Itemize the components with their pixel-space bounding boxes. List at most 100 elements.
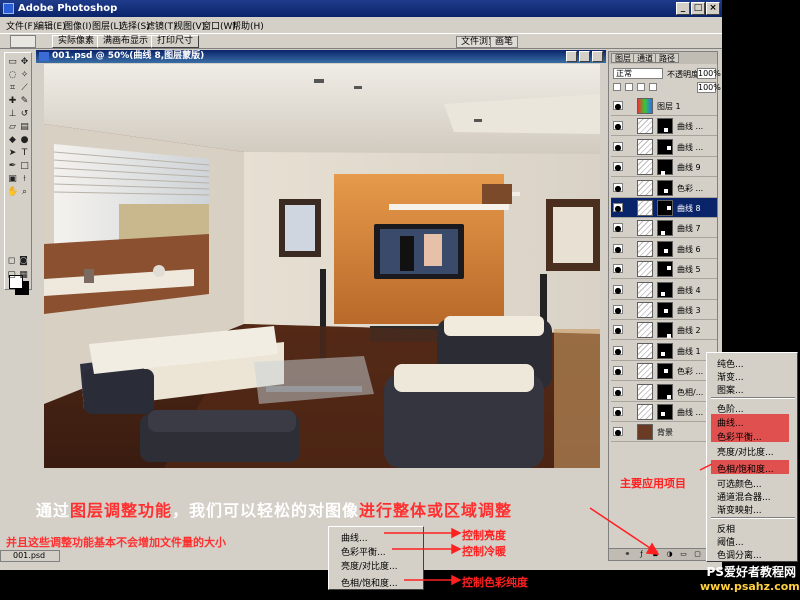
visibility-eye-icon[interactable]: ● xyxy=(613,325,623,335)
layer-style-icon[interactable]: ƒ xyxy=(637,550,646,559)
visibility-eye-icon[interactable]: ● xyxy=(613,121,623,131)
menu-item-gradient[interactable]: 渐变... xyxy=(717,370,744,383)
layer-thumbnail[interactable] xyxy=(637,98,653,114)
menu-layer[interactable]: 图层(L) xyxy=(92,19,122,32)
shape-tool-icon[interactable]: □ xyxy=(19,161,30,172)
adjustment-layer-icon[interactable] xyxy=(637,179,653,196)
menu-file[interactable]: 文件(F) xyxy=(6,19,36,32)
layer-row[interactable]: ● 曲线 3 xyxy=(611,300,717,320)
layer-row[interactable]: ● 曲线 5 xyxy=(611,259,717,280)
tab-layers[interactable]: 图层 xyxy=(611,53,635,63)
layer-row[interactable]: ● 曲线 ... xyxy=(611,116,717,137)
new-group-icon[interactable]: ▭ xyxy=(679,550,688,559)
close-button[interactable]: × xyxy=(706,2,720,15)
maximize-button[interactable]: □ xyxy=(691,2,705,15)
crop-tool-icon[interactable]: ⌗ xyxy=(7,83,18,94)
layer-row[interactable]: ● 色彩 ... xyxy=(611,177,717,198)
adjustment-layer-icon[interactable] xyxy=(637,404,653,420)
healing-brush-icon[interactable]: ✚ xyxy=(7,96,18,107)
visibility-eye-icon[interactable]: ● xyxy=(613,141,623,152)
opacity-input[interactable]: 100% xyxy=(697,68,721,79)
hand-tool-icon[interactable]: ✋ xyxy=(7,187,18,198)
menu-window[interactable]: 窗口(W) xyxy=(202,19,236,32)
quickmask-mode-icon[interactable]: ◙ xyxy=(18,256,29,267)
layer-mask-thumbnail[interactable] xyxy=(657,302,673,318)
standard-mode-icon[interactable]: ◻ xyxy=(6,256,17,267)
menu-item-selective-color[interactable]: 可选颜色... xyxy=(717,477,762,490)
brush-tool-icon[interactable]: ✎ xyxy=(19,96,30,107)
adjustment-layer-icon[interactable] xyxy=(637,240,653,257)
layer-row[interactable]: ● 色相/... xyxy=(611,381,717,402)
tab-brushes[interactable]: 画笔 xyxy=(490,36,519,48)
menu-item-solid-color[interactable]: 纯色... xyxy=(717,357,744,370)
layer-row[interactable]: ● 曲线 1 xyxy=(611,340,717,361)
visibility-eye-icon[interactable]: ● xyxy=(613,284,623,295)
layer-mask-thumbnail[interactable] xyxy=(657,179,673,196)
adjustment-layer-icon[interactable] xyxy=(637,363,653,380)
visibility-eye-icon[interactable]: ● xyxy=(613,162,623,172)
menu-filter[interactable]: 滤镜(T) xyxy=(146,19,177,32)
visibility-eye-icon[interactable]: ● xyxy=(613,203,623,213)
visibility-eye-icon[interactable]: ● xyxy=(613,223,623,233)
doc-close-button[interactable] xyxy=(592,51,603,62)
new-layer-icon[interactable]: ▢ xyxy=(693,550,702,559)
layer-mask-thumbnail[interactable] xyxy=(657,220,673,237)
visibility-eye-icon[interactable]: ● xyxy=(613,101,623,111)
link-layers-icon[interactable]: ⚭ xyxy=(623,550,632,559)
screen-mode-icon[interactable]: ▢ xyxy=(6,270,17,281)
adjustment-layer-icon[interactable] xyxy=(637,138,653,155)
visibility-eye-icon[interactable]: ● xyxy=(613,345,623,356)
layer-row[interactable]: ● 曲线 7 xyxy=(611,218,717,239)
summary-brightness-contrast[interactable]: 亮度/对比度... xyxy=(341,559,398,572)
visibility-eye-icon[interactable]: ● xyxy=(613,264,623,274)
lock-all-checkbox[interactable] xyxy=(649,83,657,91)
layer-mask-thumbnail[interactable] xyxy=(657,383,673,400)
zoom-tool-icon[interactable]: ⌕ xyxy=(19,187,30,198)
visibility-eye-icon[interactable]: ● xyxy=(613,243,623,254)
menu-item-curves[interactable]: 曲线... xyxy=(717,416,744,429)
menu-edit[interactable]: 编辑(E) xyxy=(35,19,66,32)
visibility-eye-icon[interactable]: ● xyxy=(613,407,623,417)
pen-tool-icon[interactable]: ✒ xyxy=(7,161,18,172)
fullscreen-mode-icon[interactable]: ▦ xyxy=(18,270,29,281)
lock-pixels-checkbox[interactable] xyxy=(625,83,633,91)
gradient-tool-icon[interactable]: ▤ xyxy=(19,122,30,133)
menu-item-posterize[interactable]: 色调分离... xyxy=(717,548,762,561)
new-adjustment-layer-icon[interactable]: ◑ xyxy=(665,550,674,559)
menu-item-brightness-contrast[interactable]: 亮度/对比度... xyxy=(717,445,774,458)
magic-wand-tool-icon[interactable]: ✧ xyxy=(19,70,30,81)
layer-mask-thumbnail[interactable] xyxy=(657,118,673,135)
menu-view[interactable]: 视图(V) xyxy=(174,19,205,32)
adjustment-layer-icon[interactable] xyxy=(637,342,653,359)
summary-hue-saturation[interactable]: 色相/饱和度... xyxy=(341,576,398,589)
layer-row[interactable]: ● 曲线 2 xyxy=(611,320,717,341)
lock-position-checkbox[interactable] xyxy=(637,83,645,91)
move-tool-icon[interactable]: ✥ xyxy=(19,57,30,68)
path-select-icon[interactable]: ➤ xyxy=(7,148,18,159)
menu-item-pattern[interactable]: 图案... xyxy=(717,383,744,396)
menu-item-levels[interactable]: 色阶... xyxy=(717,402,744,415)
layer-mask-thumbnail[interactable] xyxy=(657,240,673,257)
actual-pixels-button[interactable]: 实际像素 xyxy=(52,35,101,48)
slice-tool-icon[interactable]: ⟋ xyxy=(19,83,30,94)
layer-mask-thumbnail[interactable] xyxy=(657,200,673,216)
layer-mask-thumbnail[interactable] xyxy=(657,404,673,420)
doc-minimize-button[interactable] xyxy=(566,51,577,62)
menu-item-hue-saturation[interactable]: 色相/饱和度... xyxy=(717,462,774,475)
layer-mask-thumbnail[interactable] xyxy=(657,342,673,359)
adjustment-layer-icon[interactable] xyxy=(637,159,653,176)
eraser-tool-icon[interactable]: ▱ xyxy=(7,122,18,133)
living-room-render[interactable] xyxy=(44,64,600,468)
layer-mask-thumbnail[interactable] xyxy=(657,261,673,278)
summary-curves[interactable]: 曲线... xyxy=(341,531,368,544)
layer-thumbnail[interactable] xyxy=(637,424,653,441)
visibility-eye-icon[interactable]: ● xyxy=(613,386,623,397)
notes-tool-icon[interactable]: ▣ xyxy=(7,174,18,185)
layer-mask-thumbnail[interactable] xyxy=(657,138,673,155)
clone-stamp-icon[interactable]: ⊥ xyxy=(7,109,18,120)
history-brush-icon[interactable]: ↺ xyxy=(19,109,30,120)
layer-row[interactable]: ● 曲线 ... xyxy=(611,402,717,422)
adjustment-layer-icon[interactable] xyxy=(637,200,653,216)
menu-image[interactable]: 图像(I) xyxy=(64,19,92,32)
tool-preset-picker[interactable] xyxy=(10,35,36,48)
